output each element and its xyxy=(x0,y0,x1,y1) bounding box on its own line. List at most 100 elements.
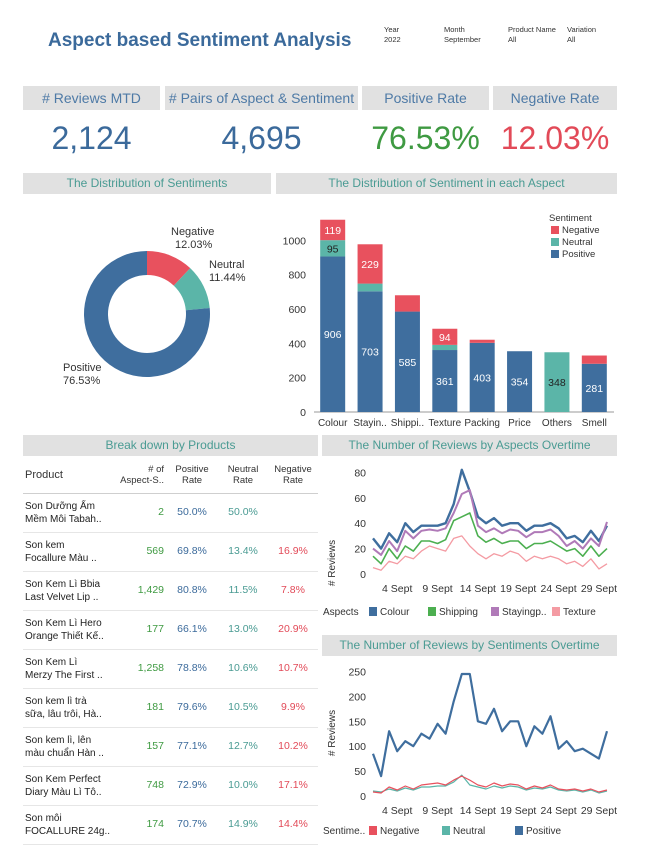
bar-ytick: 200 xyxy=(288,373,306,385)
aspects-swatch-colour xyxy=(369,607,377,616)
bar-negative[interactable] xyxy=(394,295,420,312)
bar-ytick: 0 xyxy=(300,407,306,419)
cell-negative-rate: 17.1% xyxy=(278,779,308,791)
bar-negative[interactable] xyxy=(469,339,495,343)
bar-neutral[interactable] xyxy=(432,344,458,351)
col-product[interactable]: Product xyxy=(23,458,118,493)
aspects-ylabel: # Reviews xyxy=(327,540,338,586)
donut-label-negative: Negative xyxy=(171,226,214,238)
line-xtick: 4 Sept xyxy=(382,805,412,817)
line-ytick: 200 xyxy=(348,691,366,703)
bar-data-label: 95 xyxy=(327,243,339,255)
sentiments-overtime-chart[interactable]: 0 50 100 150 200 250 4 Sept 9 Sept 14 Sept 19 Sep… xyxy=(322,658,620,843)
bar-data-label: 119 xyxy=(324,225,341,237)
line-colour[interactable] xyxy=(372,468,609,550)
line-ytick: 40 xyxy=(354,518,366,530)
product-name-line1: Son kem lì, lên xyxy=(25,734,92,746)
bar-data-label: 906 xyxy=(324,329,342,341)
line-xtick: 24 Sept xyxy=(540,805,576,817)
products-table: Product # of Aspect-S.. Positive Rate Ne… xyxy=(23,458,318,845)
col-neutral-rate[interactable]: Neutral Rate xyxy=(218,458,268,493)
filter-month[interactable]: Month September xyxy=(444,25,481,45)
sentiment-donut-chart[interactable]: Negative 12.03% Neutral 11.44% Positive … xyxy=(23,198,271,428)
cell-count: 157 xyxy=(146,740,164,752)
kpi-reviews-value: 2,124 xyxy=(51,120,132,156)
filter-product-name[interactable]: Product Name All xyxy=(508,25,556,45)
bar-xtick: Shippi.. xyxy=(391,418,424,429)
line-xtick: 9 Sept xyxy=(422,583,452,595)
aspect-stacked-bar-chart[interactable]: 0 200 400 600 800 1000 Colour Stayin.. Shippi.. T… xyxy=(276,198,621,434)
product-name-line1: Son Dưỡng Ẩm xyxy=(25,500,95,512)
table-row[interactable]: Son Dưỡng Ẩm Mềm Môi Tabah.. 2 50.0% 50.0% xyxy=(23,493,318,532)
line-ytick: 250 xyxy=(348,666,366,678)
bar-data-label: 348 xyxy=(548,377,566,389)
bar-data-label: 229 xyxy=(361,259,379,271)
cell-neutral-rate: 50.0% xyxy=(228,506,258,518)
aspects-overtime-title: The Number of Reviews by Aspects Overtim… xyxy=(322,435,617,456)
bar-ytick: 800 xyxy=(288,270,306,282)
bar-data-label: 94 xyxy=(439,332,451,344)
sent-legend-neutral: Neutral xyxy=(453,826,485,837)
sent-legend[interactable]: Sentime.. Negative Neutral Positive xyxy=(323,826,561,837)
sent-swatch-negative xyxy=(369,826,377,835)
cell-product: Son Kem Lì Hero Orange Thiết Kế.. xyxy=(23,610,118,649)
line-ytick: 80 xyxy=(354,467,366,479)
cell-product: Son kem Focallure Màu .. xyxy=(23,532,118,571)
cell-negative-rate: 7.8% xyxy=(281,584,305,596)
table-row[interactable]: Son Kem Lì Merzy The First .. 1,258 78.8% 10… xyxy=(23,649,318,688)
bar-data-label: 354 xyxy=(511,377,529,389)
bar-ytick: 400 xyxy=(288,338,306,350)
line-stayingp[interactable] xyxy=(372,489,608,556)
cell-positive-rate: 79.6% xyxy=(177,701,207,713)
filter-year[interactable]: Year 2022 xyxy=(384,25,401,45)
cell-product: Son Kem Lì Bbia Last Velvet Lip .. xyxy=(23,571,118,610)
cell-neutral-rate: 10.5% xyxy=(228,701,258,713)
aspects-swatch-staying xyxy=(491,607,499,616)
donut-value-neutral: 11.44% xyxy=(209,272,246,284)
aspects-overtime-chart[interactable]: 0 20 40 60 80 4 Sept 9 Sept 14 Sept 19 Sept 24 Se… xyxy=(322,458,620,623)
line-positive[interactable] xyxy=(371,672,609,778)
product-name-line2: Focallure Màu .. xyxy=(25,552,97,564)
table-row[interactable]: Son Kem Lì Bbia Last Velvet Lip .. 1,429 80… xyxy=(23,571,318,610)
kpi-positive-rate-value: 76.53% xyxy=(371,120,480,156)
bar-legend[interactable]: Sentiment Negative Neutral Positive xyxy=(549,213,600,260)
table-row[interactable]: Son kem Focallure Màu .. 569 69.8% 13.4% 16.9… xyxy=(23,532,318,571)
bar-negative[interactable] xyxy=(581,355,607,364)
donut-label-neutral: Neutral xyxy=(209,259,244,271)
aspects-legend-staying: Stayingp.. xyxy=(502,607,546,618)
table-row[interactable]: Son kem lì, lên màu chuẩn Hàn .. 157 77.1% 1… xyxy=(23,727,318,766)
cell-product: Son kem lì trà sữa, lâu trôi, Hà.. xyxy=(23,688,118,727)
cell-negative-rate: 10.7% xyxy=(278,662,308,674)
cell-product: Son Dưỡng Ẩm Mềm Môi Tabah.. xyxy=(23,493,118,532)
filter-variation[interactable]: Variation All xyxy=(567,25,596,45)
col-positive-rate[interactable]: Positive Rate xyxy=(166,458,218,493)
cell-product: Son Kem Lì Merzy The First .. xyxy=(23,649,118,688)
line-xtick: 29 Sept xyxy=(581,805,617,817)
col-negative-rate[interactable]: Negative Rate xyxy=(268,458,318,493)
table-row[interactable]: Son Kem Lì Hero Orange Thiết Kế.. 177 66.1%… xyxy=(23,610,318,649)
cell-neutral-rate: 10.6% xyxy=(228,662,258,674)
line-xtick: 29 Sept xyxy=(581,583,617,595)
bar-neutral[interactable] xyxy=(357,283,383,292)
cell-product: Son kem lì, lên màu chuẩn Hàn .. xyxy=(23,727,118,766)
product-name-line1: Son kem lì trà xyxy=(25,695,87,707)
cell-negative-rate: 14.4% xyxy=(278,818,308,830)
bar-xtick: Others xyxy=(542,418,572,429)
cell-positive-rate: 70.7% xyxy=(177,818,207,830)
bar-xtick: Smell xyxy=(582,418,607,429)
aspects-legend[interactable]: Aspects Colour Shipping Stayingp.. Textu… xyxy=(323,607,596,618)
cell-positive-rate: 72.9% xyxy=(177,779,207,791)
cell-positive-rate: 50.0% xyxy=(177,506,207,518)
kpi-pairs-label: # Pairs of Aspect & Sentiment xyxy=(165,86,358,110)
cell-positive-rate: 69.8% xyxy=(177,545,207,557)
line-ytick: 0 xyxy=(360,569,366,581)
line-neutral[interactable] xyxy=(372,774,608,794)
cell-neutral-rate: 12.7% xyxy=(228,740,258,752)
cell-count: 748 xyxy=(146,779,164,791)
sent-legend-positive: Positive xyxy=(526,826,561,837)
col-count[interactable]: # of Aspect-S.. xyxy=(118,458,166,493)
table-row[interactable]: Son môi FOCALLURE 24g.. 174 70.7% 14.9% 14.4% xyxy=(23,805,318,844)
table-row[interactable]: Son Kem Perfect Diary Màu Lì Tô.. 748 72.9%… xyxy=(23,766,318,805)
legend-negative: Negative xyxy=(562,225,600,236)
table-row[interactable]: Son kem lì trà sữa, lâu trôi, Hà.. 181 79.6… xyxy=(23,688,318,727)
